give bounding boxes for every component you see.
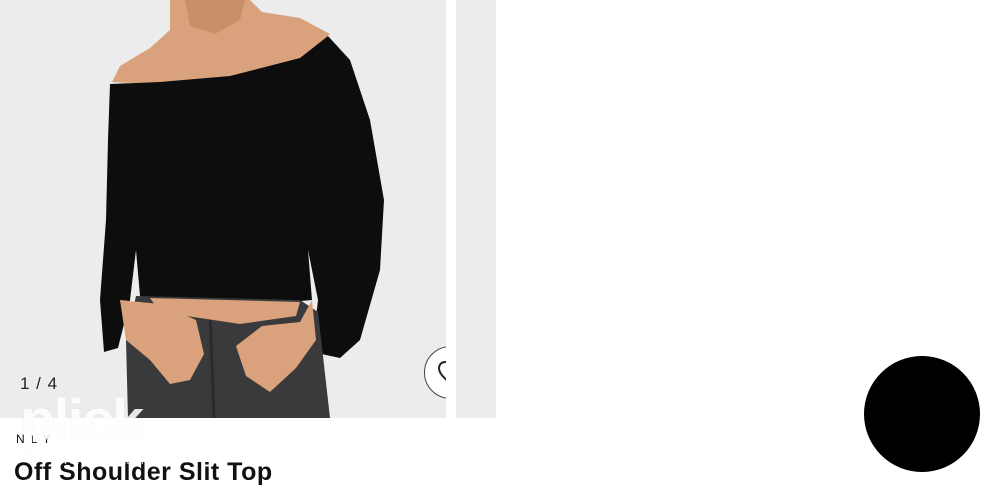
product-info: NLY Off Shoulder Slit Top	[0, 418, 496, 496]
product-brand[interactable]: NLY	[16, 432, 56, 446]
next-image-preview[interactable]	[456, 0, 496, 418]
product-image[interactable]: 1 / 4	[0, 0, 446, 418]
heart-outline-icon	[437, 360, 446, 381]
image-counter: 1 / 4	[20, 374, 59, 393]
product-image-gallery[interactable]: 1 / 4	[0, 0, 496, 418]
product-title: Off Shoulder Slit Top	[14, 458, 273, 486]
product-photo	[0, 0, 446, 418]
floating-action-button[interactable]	[864, 356, 980, 472]
